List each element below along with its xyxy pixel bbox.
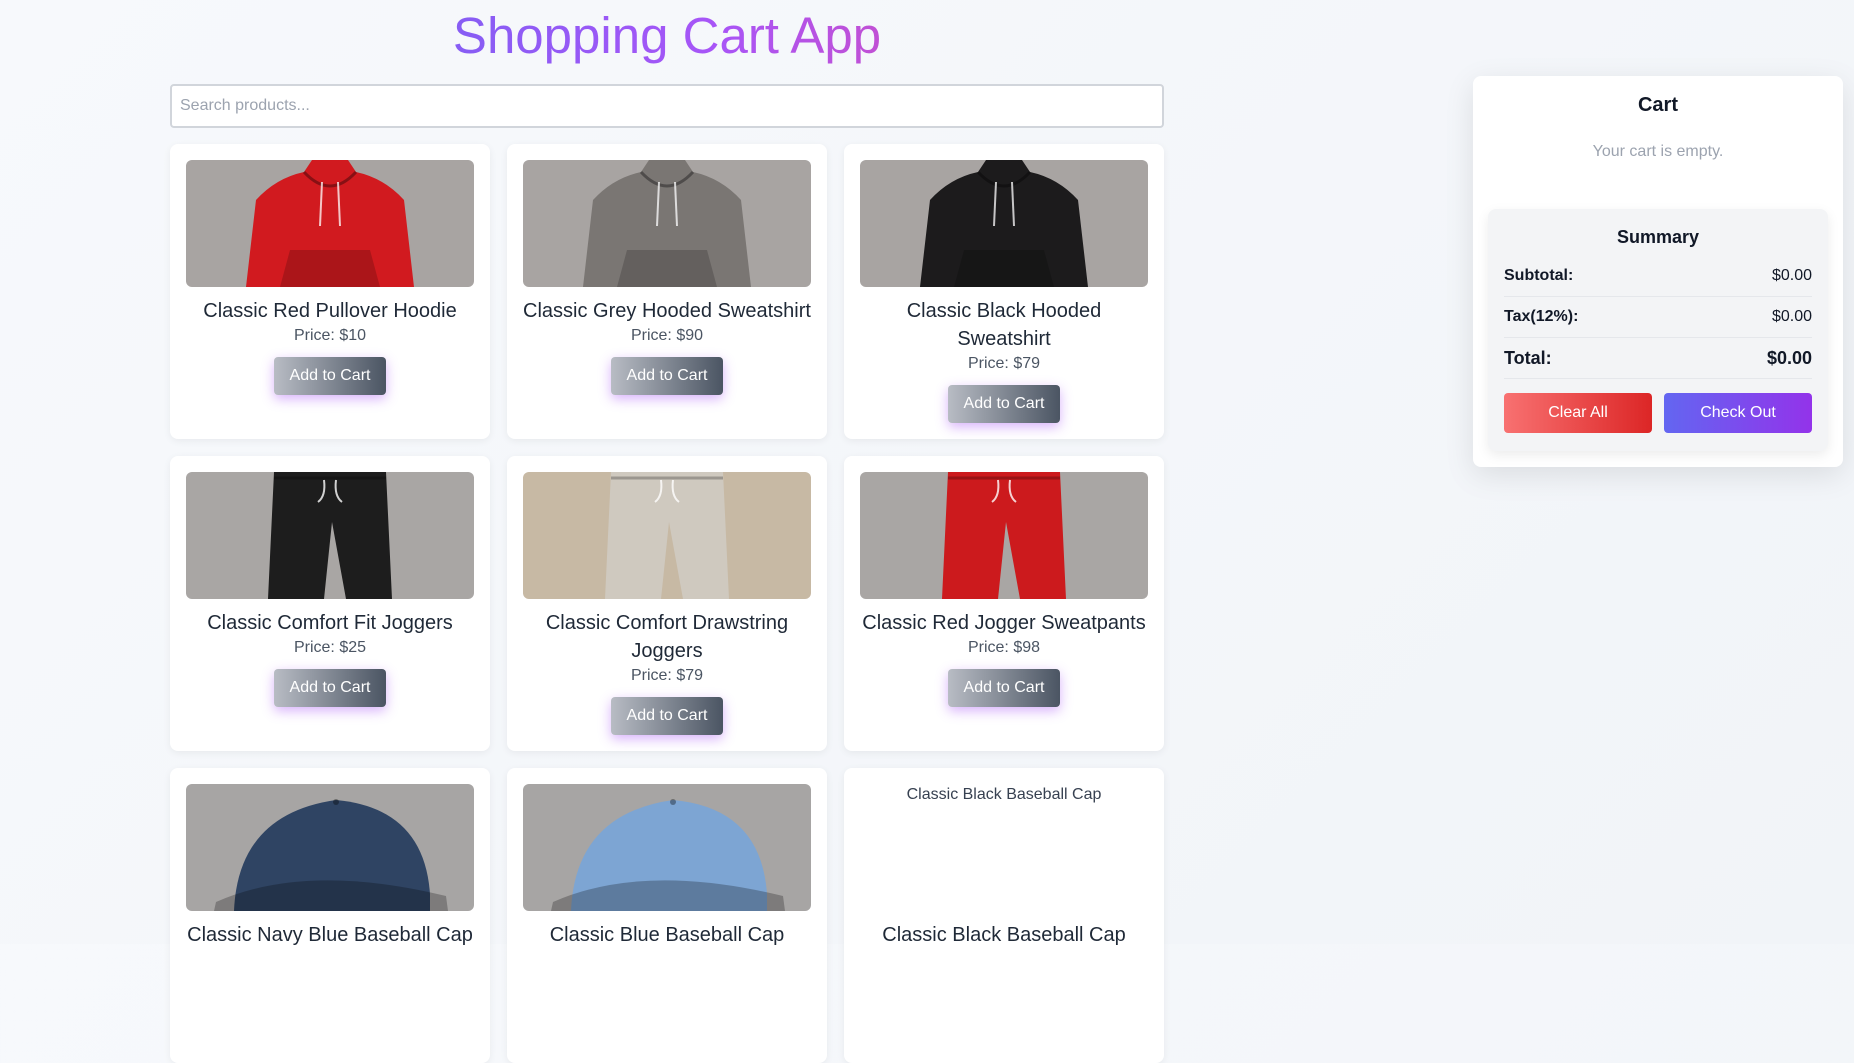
- product-card: Classic Black Hooded Sweatshirt Price: $7…: [844, 144, 1164, 439]
- product-card: Classic Red Pullover Hoodie Price: $10 Add…: [170, 144, 490, 439]
- product-image: [523, 160, 811, 287]
- checkout-button[interactable]: Check Out: [1664, 393, 1812, 433]
- product-image: [860, 472, 1148, 599]
- product-image: [186, 784, 474, 911]
- product-image: [860, 160, 1148, 287]
- product-card: Classic Navy Blue Baseball Cap: [170, 768, 490, 1063]
- summary-actions: Clear All Check Out: [1504, 393, 1812, 433]
- product-price: Price: $79: [967, 355, 1041, 372]
- product-name: Classic Red Pullover Hoodie: [203, 300, 457, 322]
- product-card: Classic Blue Baseball Cap: [507, 768, 827, 1063]
- tax-label: Tax(12%):: [1504, 308, 1579, 325]
- cart-panel: Cart Your cart is empty. Summary Subtota…: [1473, 76, 1843, 467]
- add-to-cart-button[interactable]: Add to Cart: [611, 357, 723, 395]
- product-name: Classic Navy Blue Baseball Cap: [187, 924, 473, 946]
- product-price: Price: $79: [630, 667, 704, 684]
- product-name: Classic Comfort Fit Joggers: [207, 612, 453, 634]
- tax-row: Tax(12%): $0.00: [1504, 297, 1812, 338]
- subtotal-value: $0.00: [1771, 267, 1812, 284]
- product-image: [186, 472, 474, 599]
- product-card: Classic Comfort Fit Joggers Price: $25 Add…: [170, 456, 490, 751]
- product-image: [523, 784, 811, 911]
- tax-value: $0.00: [1771, 308, 1812, 325]
- clear-all-button[interactable]: Clear All: [1504, 393, 1652, 433]
- product-price: Price: $25: [293, 639, 367, 656]
- total-label: Total:: [1504, 347, 1552, 368]
- product-image: [186, 160, 474, 287]
- product-grid: Classic Red Pullover Hoodie Price: $10 Add…: [170, 144, 1164, 1063]
- add-to-cart-button[interactable]: Add to Cart: [611, 697, 723, 735]
- product-name: Classic Blue Baseball Cap: [549, 924, 785, 946]
- summary-title: Summary: [1616, 227, 1700, 247]
- product-card: Classic Red Jogger Sweatpants Price: $98 A…: [844, 456, 1164, 751]
- product-price: Price: $10: [293, 327, 367, 344]
- product-card: Classic Black Baseball Cap Classic Black …: [844, 768, 1164, 1063]
- product-card: Classic Grey Hooded Sweatshirt Price: $90…: [507, 144, 827, 439]
- product-card: Classic Comfort Drawstring Joggers Price:…: [507, 456, 827, 751]
- product-name: Classic Black Baseball Cap: [882, 924, 1126, 946]
- subtotal-row: Subtotal: $0.00: [1504, 256, 1812, 297]
- product-name: Classic Red Jogger Sweatpants: [862, 612, 1146, 634]
- subtotal-label: Subtotal:: [1504, 267, 1574, 284]
- cart-empty-message: Your cart is empty.: [1592, 143, 1724, 160]
- page-title: Shopping Cart App: [170, 6, 1164, 66]
- add-to-cart-button[interactable]: Add to Cart: [274, 669, 386, 707]
- product-name: Classic Black Hooded Sweatshirt: [906, 300, 1102, 350]
- total-value: $0.00: [1766, 347, 1812, 368]
- product-price: Price: $90: [630, 327, 704, 344]
- product-name: Classic Comfort Drawstring Joggers: [545, 612, 789, 662]
- product-image: [523, 472, 811, 599]
- cart-title: Cart: [1637, 94, 1678, 116]
- search-input[interactable]: [170, 84, 1164, 128]
- product-price: Price: $98: [967, 639, 1041, 656]
- cart-summary: Summary Subtotal: $0.00 Tax(12%): $0.00 …: [1488, 209, 1828, 451]
- product-name: Classic Grey Hooded Sweatshirt: [523, 300, 811, 322]
- product-image-broken: Classic Black Baseball Cap: [906, 786, 1102, 803]
- add-to-cart-button[interactable]: Add to Cart: [948, 669, 1060, 707]
- add-to-cart-button[interactable]: Add to Cart: [948, 385, 1060, 423]
- add-to-cart-button[interactable]: Add to Cart: [274, 357, 386, 395]
- total-row: Total: $0.00: [1504, 338, 1812, 379]
